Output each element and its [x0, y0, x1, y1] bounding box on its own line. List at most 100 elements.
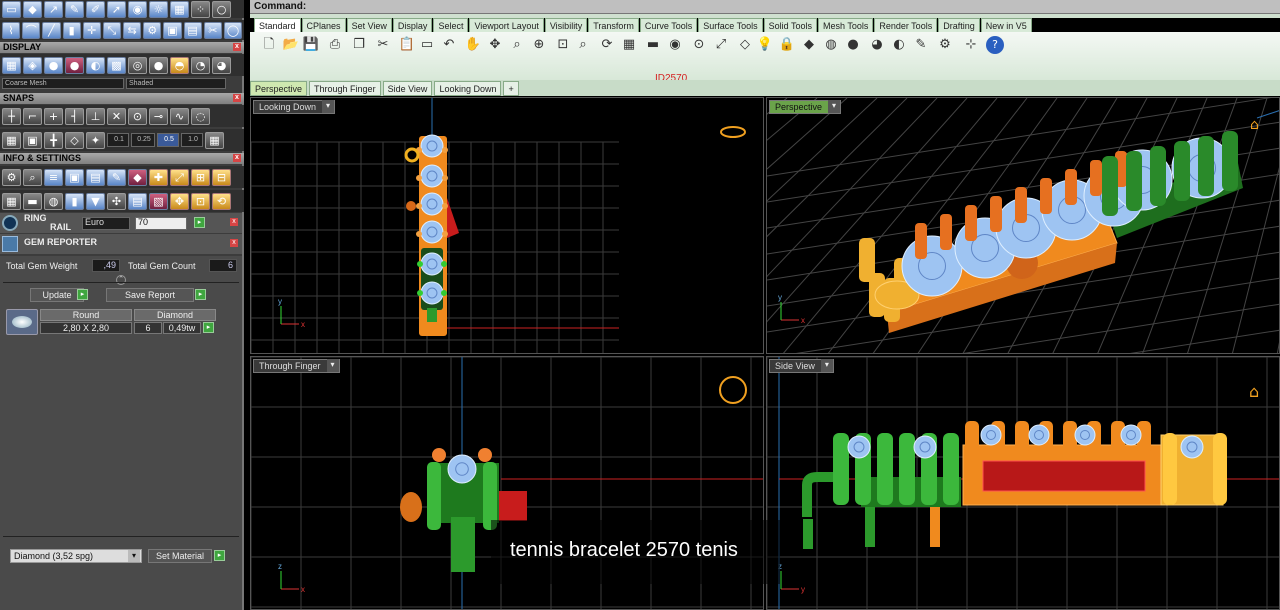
- viewport-perspective[interactable]: ⌂ x y Perspective: [766, 97, 1280, 354]
- list-icon[interactable]: ▤: [128, 192, 147, 210]
- tool-icon[interactable]: ✚: [149, 168, 168, 186]
- update-go-icon[interactable]: ▸: [77, 289, 88, 300]
- viewport-tab-looking-down[interactable]: Looking Down: [434, 81, 502, 96]
- tool2-icon[interactable]: ⤢: [170, 168, 189, 186]
- save-report-button[interactable]: Save Report: [106, 288, 194, 302]
- material-select[interactable]: Diamond (3,52 spg): [10, 549, 142, 563]
- camera-icon[interactable]: ◉: [666, 36, 684, 54]
- snap-quad-icon[interactable]: ∿: [170, 107, 189, 125]
- shade-icon[interactable]: ◕: [868, 36, 886, 54]
- arrow-icon[interactable]: ↗: [44, 0, 63, 18]
- set-material-button[interactable]: Set Material: [148, 549, 212, 563]
- sphere-icon[interactable]: ●: [44, 56, 63, 74]
- grid-snap-icon[interactable]: ▦: [2, 131, 21, 149]
- planar-icon[interactable]: ◇: [65, 131, 84, 149]
- globe-icon[interactable]: ◍: [44, 192, 63, 210]
- edit-icon[interactable]: ✎: [107, 168, 126, 186]
- close-icon[interactable]: x: [233, 43, 241, 51]
- ortho-icon[interactable]: ╋: [44, 131, 63, 149]
- cplane-icon[interactable]: ◇: [736, 36, 754, 54]
- zoom-window-icon[interactable]: ⊕: [530, 36, 548, 54]
- pencil-icon[interactable]: ✎: [912, 36, 930, 54]
- snap-point-icon[interactable]: +: [44, 107, 63, 125]
- options-icon[interactable]: ⚙: [936, 36, 954, 54]
- tab-viewport-layout[interactable]: Viewport Layout: [469, 18, 544, 32]
- tab-transform[interactable]: Transform: [588, 18, 639, 32]
- color-icon[interactable]: ◍: [822, 36, 840, 54]
- close-icon[interactable]: x: [230, 218, 238, 226]
- tab-set-view[interactable]: Set View: [346, 18, 392, 32]
- pointer-icon[interactable]: ➚: [107, 0, 126, 18]
- tab-standard[interactable]: Standard: [254, 18, 301, 32]
- display-section-header[interactable]: DISPLAY x: [0, 42, 244, 53]
- env-icon[interactable]: ◕: [212, 56, 231, 74]
- align-icon[interactable]: ⊡: [191, 192, 210, 210]
- arc-icon[interactable]: ⌒: [22, 21, 41, 39]
- viewport-tab-perspective[interactable]: Perspective: [250, 81, 308, 96]
- bar-icon[interactable]: ▮: [62, 21, 81, 39]
- scale-icon[interactable]: ⤡: [102, 21, 122, 39]
- viewport-label-perspective[interactable]: Perspective: [769, 100, 842, 114]
- tab-curve-tools[interactable]: Curve Tools: [639, 18, 698, 32]
- mesh-icon[interactable]: ◎: [128, 56, 147, 74]
- clipboard-icon[interactable]: ▭: [418, 36, 436, 54]
- transform-icon[interactable]: ✥: [170, 192, 189, 210]
- snaps-section-header[interactable]: SNAPS x: [0, 93, 244, 104]
- scissors-icon[interactable]: ✂: [203, 21, 222, 39]
- viewport-label-through-finger[interactable]: Through Finger: [253, 359, 340, 373]
- row-go-icon[interactable]: ▸: [203, 322, 214, 333]
- save-icon[interactable]: 💾: [302, 36, 320, 54]
- frame-icon[interactable]: ▣: [163, 21, 182, 39]
- collapse-icon[interactable]: ⌃: [116, 275, 126, 285]
- tab-new-in-v5[interactable]: New in V5: [980, 18, 1032, 32]
- pen-icon[interactable]: ✎: [65, 0, 84, 18]
- snap-value-3[interactable]: 0.5: [157, 133, 179, 147]
- tab-surface-tools[interactable]: Surface Tools: [698, 18, 763, 32]
- viewport-side-view[interactable]: ⌂ y z Side View: [766, 356, 1280, 610]
- line-icon[interactable]: ╱: [42, 21, 61, 39]
- shaded-icon[interactable]: ◈: [23, 56, 42, 74]
- snap-end-icon[interactable]: ┼: [2, 107, 21, 125]
- curve-icon[interactable]: ⌇: [2, 21, 21, 39]
- cube-icon[interactable]: ▣: [65, 168, 84, 186]
- tab-drafting[interactable]: Drafting: [938, 18, 980, 32]
- rotate-icon[interactable]: ✥: [486, 36, 504, 54]
- add-viewport-tab[interactable]: +: [503, 81, 519, 96]
- zoom-icon[interactable]: ⌕: [508, 36, 526, 54]
- cylinder-icon[interactable]: ▮: [65, 192, 84, 210]
- texture-icon[interactable]: ▧: [149, 192, 168, 210]
- layer-icon[interactable]: ◆: [800, 36, 818, 54]
- chevron-down-icon[interactable]: ▾: [128, 550, 140, 562]
- gear-icon[interactable]: ⚙: [143, 21, 162, 39]
- light-icon[interactable]: 💡: [756, 36, 774, 54]
- sizing-select[interactable]: Euro: [82, 217, 130, 230]
- layers-icon[interactable]: ≡: [44, 168, 63, 186]
- tool3-icon[interactable]: ⊞: [191, 168, 210, 186]
- material-icon[interactable]: ●: [149, 56, 168, 74]
- cut-icon[interactable]: ✂: [374, 36, 392, 54]
- search-icon[interactable]: ⌕: [23, 168, 42, 186]
- layer-icon[interactable]: ▭: [2, 0, 21, 18]
- snap-cen-icon[interactable]: ⊥: [86, 107, 105, 125]
- brush-icon[interactable]: ✐: [86, 0, 105, 18]
- mesh-select[interactable]: Coarse Mesh: [2, 78, 124, 89]
- tab-select[interactable]: Select: [433, 18, 469, 32]
- rotate-view-icon[interactable]: ⟳: [598, 36, 616, 54]
- pan-icon[interactable]: ✋: [464, 36, 482, 54]
- window-icon[interactable]: ▦: [2, 192, 21, 210]
- snap-value-4[interactable]: 1.0: [181, 133, 203, 147]
- snap-tan-icon[interactable]: ⊸: [149, 107, 168, 125]
- gem-icon[interactable]: ◆: [23, 0, 42, 18]
- ghost-icon[interactable]: ◐: [86, 56, 105, 74]
- chart-icon[interactable]: ▤: [183, 21, 202, 39]
- tab-mesh-tools[interactable]: Mesh Tools: [817, 18, 874, 32]
- zoom-extents-icon[interactable]: ⊡: [554, 36, 572, 54]
- grid-icon[interactable]: ▦: [170, 0, 189, 18]
- ring-icon[interactable]: ○: [212, 0, 231, 18]
- perspective-icon[interactable]: ⤢: [712, 36, 730, 54]
- save-go-icon[interactable]: ▸: [195, 289, 206, 300]
- settings-icon[interactable]: ⚙: [2, 168, 21, 186]
- close-icon[interactable]: x: [230, 239, 238, 247]
- viewport-label-side-view[interactable]: Side View: [769, 359, 834, 373]
- snap-value-1[interactable]: 0.1: [107, 133, 129, 147]
